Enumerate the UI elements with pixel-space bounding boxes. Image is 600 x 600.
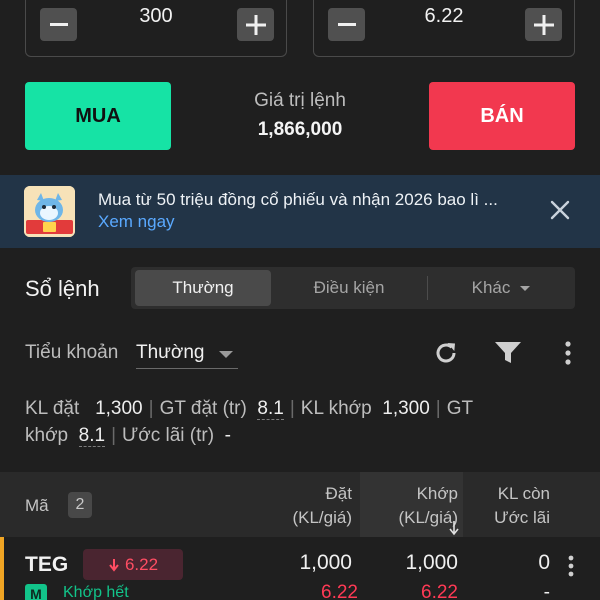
col-placed-line1: Đặt xyxy=(325,484,352,503)
plus-icon xyxy=(533,14,554,35)
row-symbol: TEG xyxy=(25,553,69,576)
uoc-lai-value: - xyxy=(224,425,231,446)
order-table-header: Mã 2 Đặt (KL/giá) Khớp (KL/giá) KL còn Ư… xyxy=(0,472,600,537)
quantity-stepper: 300 xyxy=(25,0,287,57)
order-type-tag: M xyxy=(25,584,47,600)
close-icon[interactable] xyxy=(547,197,573,228)
tab-other-label: Khác xyxy=(471,278,511,297)
order-type-tabs: Thường Điều kiện Khác xyxy=(131,267,575,309)
gt-dat-label: GT đặt (tr) xyxy=(159,398,247,419)
buy-button[interactable]: MUA xyxy=(25,82,171,150)
col-remaining-line2: Ước lãi xyxy=(494,508,550,527)
row-more-icon[interactable] xyxy=(565,555,577,584)
order-count-badge: 2 xyxy=(68,492,92,518)
refresh-icon[interactable] xyxy=(432,339,460,372)
price-increase-button[interactable] xyxy=(525,8,562,41)
sub-account-select[interactable]: Thường xyxy=(136,342,238,369)
price-change-badge: 6.22 xyxy=(83,549,183,580)
more-vertical-icon[interactable] xyxy=(561,340,575,373)
order-summary: KL đặt 1,300 | GT đặt (tr) 8.1 | KL khớp 1,3… xyxy=(25,398,474,447)
promo-link[interactable]: Xem ngay xyxy=(98,212,175,232)
gt-dat-value[interactable]: 8.1 xyxy=(257,398,284,420)
kl-khop-value: 1,300 xyxy=(382,398,430,419)
tab-normal[interactable]: Thường xyxy=(135,270,271,306)
uoc-lai-label: Ước lãi (tr) xyxy=(122,425,215,446)
price-change-value: 6.22 xyxy=(124,554,159,574)
remaining-qty: 0 xyxy=(538,551,550,574)
matched-qty: 1,000 xyxy=(405,551,458,574)
placed-qty: 1,000 xyxy=(299,551,352,574)
price-stepper: 6.22 xyxy=(313,0,575,57)
matched-price: 6.22 xyxy=(421,582,458,600)
filter-icon[interactable] xyxy=(494,340,522,371)
tab-other[interactable]: Khác xyxy=(429,267,575,309)
est-profit: - xyxy=(543,582,550,600)
table-row[interactable]: TEG 6.22 1,000 6.22 1,000 6.22 0 - M Khớ… xyxy=(0,537,600,600)
gt-khop-label-2: khớp xyxy=(25,425,69,446)
sub-account-label: Tiểu khoản xyxy=(25,342,119,363)
promo-banner[interactable]: Mua từ 50 triệu đồng cổ phiếu và nhận 20… xyxy=(0,175,600,248)
row-accent xyxy=(0,537,4,600)
tab-conditional[interactable]: Điều kiện xyxy=(275,267,423,309)
col-matched-line1: Khớp xyxy=(416,484,458,503)
caret-down-icon xyxy=(219,351,233,358)
order-status: Khớp hết xyxy=(63,584,129,600)
order-value: 1,866,000 xyxy=(257,119,343,140)
col-placed-line2: (KL/giá) xyxy=(292,508,352,527)
gt-khop-label-1: GT xyxy=(446,398,474,419)
plus-icon xyxy=(245,14,266,35)
caret-down-icon xyxy=(520,286,531,291)
sub-account-value: Thường xyxy=(136,342,205,363)
col-symbol: Mã xyxy=(25,496,49,515)
kl-dat-value: 1,300 xyxy=(95,398,143,419)
tab-divider xyxy=(427,276,428,300)
gt-khop-value[interactable]: 8.1 xyxy=(78,425,106,447)
promo-text: Mua từ 50 triệu đồng cổ phiếu và nhận 20… xyxy=(98,190,498,209)
order-book-title: Sổ lệnh xyxy=(25,276,100,301)
col-placed[interactable]: Đặt (KL/giá) xyxy=(292,482,352,530)
col-remaining-line1: KL còn xyxy=(497,484,550,503)
kl-khop-label: KL khớp xyxy=(300,398,372,419)
sell-button[interactable]: BÁN xyxy=(429,82,575,150)
col-remaining[interactable]: KL còn Ước lãi xyxy=(494,482,550,530)
kl-dat-label: KL đặt xyxy=(25,398,80,419)
quantity-increase-button[interactable] xyxy=(237,8,274,41)
order-value-label: Giá trị lệnh xyxy=(254,90,346,111)
placed-price: 6.22 xyxy=(321,582,358,600)
promo-mascot-image xyxy=(24,186,75,237)
arrow-down-icon xyxy=(109,558,119,572)
